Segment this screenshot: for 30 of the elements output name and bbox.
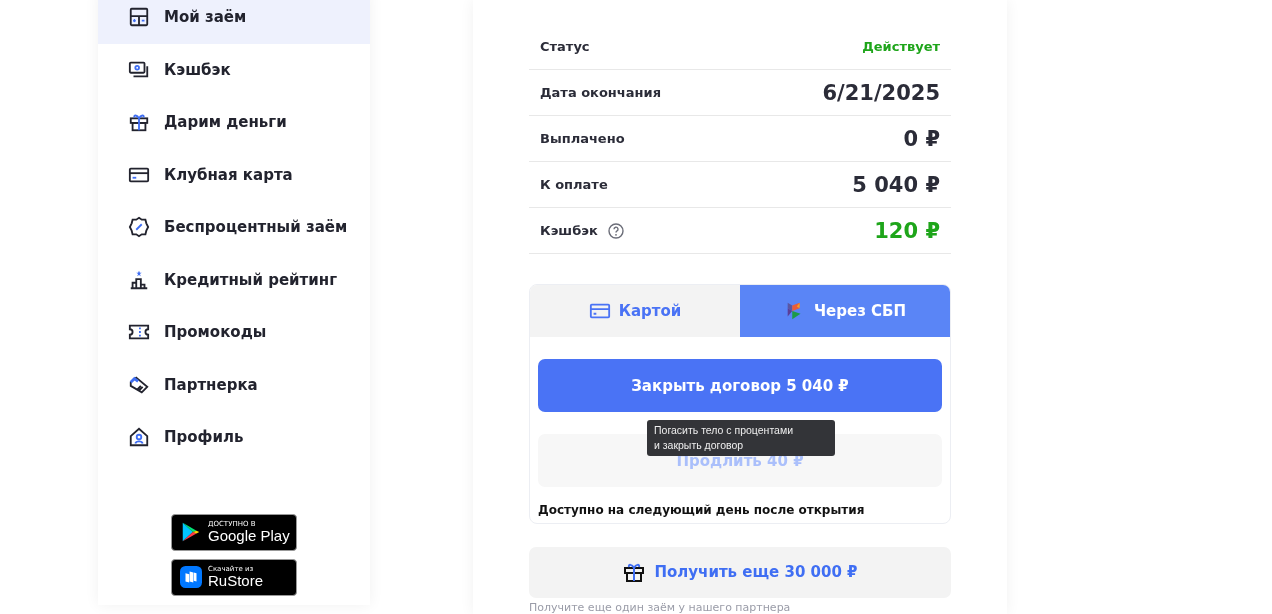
sidebar-item[interactable]: Дарим деньги <box>98 96 370 149</box>
availability-note: Доступно на следующий день после открытия <box>538 503 866 517</box>
tooltip: Погасить тело с процентами и закрыть договор <box>647 420 835 456</box>
sidebar-item[interactable]: Беспроцентный заём <box>98 201 370 254</box>
profile-icon <box>128 426 150 449</box>
sidebar-item[interactable]: Промокоды <box>98 306 370 359</box>
row-value: 0 ₽ <box>903 126 940 151</box>
payment-tab[interactable]: Картой <box>530 285 740 337</box>
calculator-icon <box>128 6 150 29</box>
sidebar-item[interactable]: Кредитный рейтинг <box>98 253 370 306</box>
get-more-button[interactable]: Получить еще 30 000 ₽ <box>529 546 951 598</box>
row-label: Статус <box>540 39 590 54</box>
help-icon[interactable] <box>607 222 624 239</box>
row-label: К оплате <box>540 177 608 192</box>
row-label: Дата окончания <box>540 85 661 100</box>
sidebar-item[interactable]: Мой заём <box>98 0 370 44</box>
sidebar-item[interactable]: Партнерка <box>98 358 370 411</box>
close-contract-button[interactable]: Закрыть договор 5 040 ₽ <box>538 359 942 412</box>
rustore-logo-icon <box>180 566 202 588</box>
sidebar-item[interactable]: Кэшбэк <box>98 43 370 96</box>
row-label: Выплачено <box>540 131 625 146</box>
sidebar-item[interactable]: Профиль <box>98 411 370 464</box>
row-value: Действует <box>862 39 940 54</box>
row-value: 6/21/2025 <box>822 80 940 105</box>
row-value: 120 ₽ <box>874 218 940 243</box>
percent-badge-icon <box>128 216 150 239</box>
sidebar-item[interactable]: Клубная карта <box>98 148 370 201</box>
offer-caption: Получите еще один заём у нашего партнера <box>529 601 792 614</box>
row-label: Кэшбэк <box>540 223 598 238</box>
row-value: 5 040 ₽ <box>852 172 940 197</box>
